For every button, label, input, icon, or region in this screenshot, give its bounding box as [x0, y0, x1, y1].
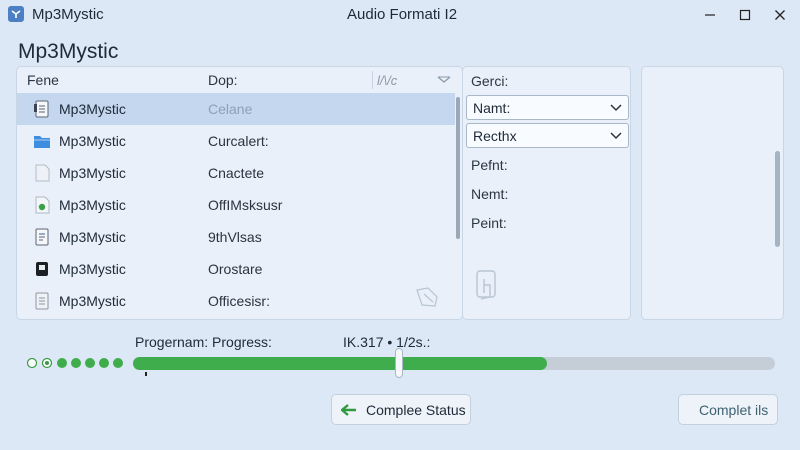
minimize-icon [705, 14, 715, 16]
complete-button[interactable]: Complet ils [678, 394, 778, 425]
file-description: Curcalert: [208, 133, 269, 149]
document-text-icon [35, 292, 49, 310]
property-field-1: Pefnt: [471, 157, 508, 173]
file-row[interactable]: Mp3Mystic Officesisr: [17, 285, 455, 317]
complete-status-label: Complee Status [366, 402, 466, 418]
file-description: 9thVlsas [208, 229, 262, 245]
title-bar: Mp3Mystic Audio Formati I2 [0, 0, 800, 30]
file-rows: Mp3Mystic Celane Mp3Mystic Curcalert: Mp3Mys… [17, 93, 455, 317]
complete-button-label: Complet ils [699, 402, 769, 418]
file-row[interactable]: Mp3Mystic Orostare [17, 253, 455, 285]
file-description: Officesisr: [208, 293, 270, 309]
column-header-name[interactable]: Fene [27, 72, 59, 88]
properties-panel: Gerci: Namt: Recthx Pefnt: Nemt: Peint: [462, 66, 631, 320]
file-row[interactable]: Mp3Mystic Curcalert: [17, 125, 455, 157]
chevron-down-icon [610, 104, 622, 112]
file-name: Mp3Mystic [59, 293, 126, 309]
document-list-icon [34, 100, 49, 118]
column-header-extra[interactable]: l/\/c [377, 73, 397, 88]
sort-arrow-icon[interactable] [437, 76, 451, 84]
progress-value: IK.317 • 1/2s.: [343, 334, 431, 350]
file-description: Cnactete [208, 165, 265, 181]
properties-heading: Gerci: [471, 73, 509, 89]
step-indicator [27, 357, 123, 369]
file-list-panel: Fene Dop: l/\/c Mp3Mystic Celane Mp3Mystic… [16, 66, 463, 320]
green-dot-document-icon [35, 196, 50, 214]
maximize-icon [739, 9, 751, 21]
page-heading: Mp3Mystic [18, 40, 119, 63]
preview-scrollbar[interactable] [775, 151, 780, 247]
progress-slider-handle[interactable] [395, 348, 403, 378]
column-header-description[interactable]: Dop: [208, 72, 238, 88]
close-button[interactable] [767, 4, 793, 26]
file-row[interactable]: Mp3Mystic 9thVlsas [17, 221, 455, 253]
progress-label: Progernam: Progress: [135, 334, 272, 350]
name-combobox-value: Namt: [473, 100, 511, 116]
rect-combobox[interactable]: Recthx [466, 123, 629, 148]
file-name: Mp3Mystic [59, 261, 126, 277]
file-name: Mp3Mystic [59, 165, 126, 181]
resize-grip-icon [416, 287, 438, 307]
progress-fill [133, 357, 548, 370]
document-lines-icon [35, 228, 49, 246]
maximize-button[interactable] [732, 4, 758, 26]
close-icon [775, 10, 785, 20]
file-name: Mp3Mystic [59, 229, 126, 245]
minimize-button[interactable] [697, 4, 723, 26]
file-name: Mp3Mystic [59, 197, 126, 213]
chevron-down-icon [610, 132, 622, 140]
arrow-left-icon [341, 404, 356, 416]
window-app-name: Mp3Mystic [32, 6, 104, 23]
device-icon [36, 262, 48, 276]
property-field-2: Nemt: [471, 186, 509, 202]
blank-page-icon [35, 164, 50, 182]
name-combobox[interactable]: Namt: [466, 95, 629, 120]
window-title: Audio Formati I2 [347, 6, 458, 23]
complete-status-button[interactable]: Complee Status [331, 394, 471, 425]
file-name: Mp3Mystic [59, 133, 126, 149]
progress-marker [145, 372, 147, 376]
app-icon [8, 6, 24, 22]
preview-panel [641, 66, 784, 320]
file-name: Mp3Mystic [59, 101, 126, 117]
file-description: OffIMsksusr [208, 197, 283, 213]
file-row[interactable]: Mp3Mystic Cnactete [17, 157, 455, 189]
list-header: Fene Dop: l/\/c [17, 67, 462, 93]
column-separator [372, 71, 373, 89]
file-row[interactable]: Mp3Mystic OffIMsksusr [17, 189, 455, 221]
rect-combobox-value: Recthx [473, 128, 517, 144]
hand-pointer-icon [476, 270, 496, 300]
progress-bar [133, 357, 775, 370]
list-scrollbar[interactable] [456, 97, 460, 239]
property-field-3: Peint: [471, 215, 507, 231]
file-description: Celane [208, 101, 253, 117]
folder-blue-icon [34, 136, 50, 148]
file-row[interactable]: Mp3Mystic Celane [17, 93, 455, 125]
file-description: Orostare [208, 261, 263, 277]
